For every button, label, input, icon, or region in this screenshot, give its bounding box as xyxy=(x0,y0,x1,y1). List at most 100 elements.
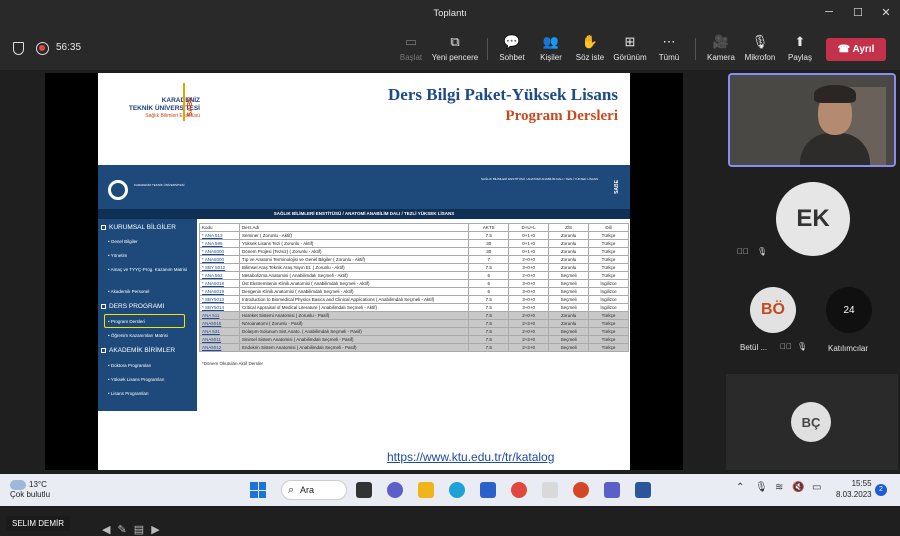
close-button[interactable]: ✕ xyxy=(878,6,894,19)
course-code[interactable]: ANA 511 xyxy=(199,311,240,320)
table-cell: İngilizce xyxy=(588,303,629,312)
course-code[interactable]: ANA5015 xyxy=(199,319,240,328)
sidebar-item[interactable]: • Akademik Personel xyxy=(108,289,149,295)
sidebar-item-label: Doktora Programları xyxy=(110,363,152,368)
chat-button[interactable]: 💬 Sohbet xyxy=(496,34,528,62)
sidebar-heading-akademik: AKADEMİK BİRİMLER xyxy=(101,347,175,354)
toolbar-divider xyxy=(487,38,488,60)
more-button[interactable]: ⋯ Tümü xyxy=(655,34,683,62)
people-button[interactable]: 👥 Kişiler xyxy=(536,34,566,62)
participant-video[interactable] xyxy=(728,73,896,167)
leave-button[interactable]: ☎ Ayrıl xyxy=(826,38,886,61)
volume-muted-icon[interactable]: 🔇 xyxy=(792,482,804,493)
chat-app-icon[interactable] xyxy=(387,482,403,498)
sidebar-item-label: Yüksek Lisans Programları xyxy=(110,377,165,382)
table-row: * ANA 562 Metabolizma Anatomisi ( Anabili… xyxy=(199,271,629,280)
table-cell: Zorunlu xyxy=(548,311,590,320)
course-code[interactable]: * SBY 5012 xyxy=(199,263,240,272)
view-button[interactable]: ⊞ Görünüm xyxy=(612,34,648,62)
table-cell: 3+0+0 xyxy=(508,287,550,296)
table-cell: Zorunlu xyxy=(548,247,590,256)
course-code[interactable]: ANA 531 xyxy=(199,327,240,336)
minimize-button[interactable]: ─ xyxy=(821,6,837,18)
snipping-tool-icon[interactable] xyxy=(542,482,558,498)
table-cell: 2+2+0 xyxy=(508,335,550,344)
battery-icon[interactable]: ▭ xyxy=(812,482,821,493)
word-icon[interactable] xyxy=(635,482,651,498)
table-cell: Zorunlu xyxy=(548,319,590,328)
slide-nav-controls[interactable]: ◀ ✎ ▤ ▶ xyxy=(102,523,162,536)
sidebar-item[interactable]: • Genel Bilgiler xyxy=(108,239,138,245)
course-code[interactable]: * ANA5000 xyxy=(199,247,240,256)
sidebar-heading-ders: DERS PROGRAMI xyxy=(101,303,164,310)
sidebar-item[interactable]: • Yönetim xyxy=(108,253,127,259)
course-code[interactable]: ANA5011 xyxy=(199,335,240,344)
notification-badge[interactable]: 2 xyxy=(875,484,887,496)
table-cell: Nöroanatomi ( Zorunlu - Pasif) xyxy=(238,319,470,328)
table-cell: Endokrin Sistem Anatomisi ( Anabilimdalı… xyxy=(238,343,470,352)
course-code[interactable]: * ANA5019 xyxy=(199,287,240,296)
start-button: ▭ Başlat xyxy=(397,34,425,62)
edge-icon[interactable] xyxy=(449,482,465,498)
sidebar-item[interactable]: • Öğrenim Kazanımları Matrisi xyxy=(108,333,168,339)
mic-muted-icon[interactable]: 🎙 xyxy=(755,482,768,493)
shield-icon xyxy=(13,42,24,55)
table-cell: 6 xyxy=(468,271,510,280)
camera-off-icon: ▭⃠ xyxy=(737,247,749,256)
more-icon: ⋯ xyxy=(662,34,676,49)
task-view-icon[interactable] xyxy=(356,482,372,498)
weather-widget[interactable]: 13°C Çok bulutlu xyxy=(10,480,50,500)
avatar-ek[interactable]: EK xyxy=(776,182,850,256)
teams-icon[interactable] xyxy=(604,482,620,498)
course-code[interactable]: * ANA 513 xyxy=(199,231,240,240)
share-button[interactable]: ⬆ Paylaş xyxy=(786,34,814,62)
course-code[interactable]: * ANA 595 xyxy=(199,239,240,248)
sidebar-item[interactable]: • Amaç ve TYYÇ-Prog. Kazanım Matrisi xyxy=(108,267,188,273)
powerpoint-icon[interactable] xyxy=(573,482,589,498)
participant-count[interactable]: 24 xyxy=(826,287,872,333)
course-code[interactable]: * ANA5000 xyxy=(199,255,240,264)
catalog-link[interactable]: https://www.ktu.edu.tr/tr/katalog xyxy=(387,450,554,464)
raise-hand-button[interactable]: ✋ Söz iste xyxy=(574,34,606,62)
course-code[interactable]: * ANA 562 xyxy=(199,271,240,280)
table-cell: Hareket Sistemi Anatomisi ( Zorunlu - Pa… xyxy=(238,311,470,320)
table-cell: Türkçe xyxy=(588,319,629,328)
sidebar-item-program-dersleri[interactable]: • Program Dersleri xyxy=(108,319,145,325)
list-icon xyxy=(101,304,106,309)
search-box[interactable]: Ara xyxy=(281,480,347,500)
maximize-button[interactable]: ☐ xyxy=(850,6,866,19)
more-label: Tümü xyxy=(658,53,680,62)
course-code[interactable]: * SBY5013 xyxy=(199,295,240,304)
table-cell: 7.5 xyxy=(468,335,510,344)
course-code[interactable]: * ANA5018 xyxy=(199,279,240,288)
ktu-logo: KARADENİZ TEKNİK ÜNİVERSİTESİ Sağlık Bil… xyxy=(100,97,200,119)
new-window-button[interactable]: ⧉ Yeni pencere xyxy=(430,34,480,62)
table-cell: 7 xyxy=(468,255,510,264)
book-icon xyxy=(101,225,106,230)
table-cell: 3+0+0 xyxy=(508,263,550,272)
sidebar-item-label: Akademik Personel xyxy=(110,289,150,294)
table-row: * ANA5000 Tıp ve Anatomi Terminolojisi ve… xyxy=(199,255,629,264)
table-row: * SBY5013 Introduction to Biomedical Phys… xyxy=(199,295,629,304)
sidebar-item[interactable]: • Doktora Programları xyxy=(108,363,151,369)
file-explorer-icon[interactable] xyxy=(418,482,434,498)
system-clock[interactable]: 15:55 8.03.2023 xyxy=(836,478,872,500)
sidebar-item[interactable]: • Lisans Programları xyxy=(108,391,149,397)
leave-label: Ayrıl xyxy=(852,44,875,55)
avatar-bc[interactable]: BÇ xyxy=(791,402,831,442)
chrome-icon[interactable] xyxy=(511,482,527,498)
chevron-up-icon[interactable]: ⌃ xyxy=(736,482,744,493)
start-icon[interactable] xyxy=(250,482,266,498)
course-code[interactable]: ANA5012 xyxy=(199,343,240,352)
wifi-icon[interactable]: ≋ xyxy=(775,482,783,493)
table-cell: 3+0+0 xyxy=(508,295,550,304)
microphone-button[interactable]: 🎙 Mikrofon xyxy=(742,34,778,62)
sidebar-item[interactable]: • Yüksek Lisans Programları xyxy=(108,377,165,383)
logo-sabe: SABE xyxy=(187,97,194,117)
avatar-bo[interactable]: BÖ xyxy=(750,287,796,333)
table-cell: Zorunlu xyxy=(548,239,590,248)
store-icon[interactable] xyxy=(480,482,496,498)
course-code[interactable]: * SBY5014 xyxy=(199,303,240,312)
table-row: ANA5015 Nöroanatomi ( Zorunlu - Pasif) 7.5… xyxy=(199,319,629,328)
camera-button[interactable]: 🎥 Kamera xyxy=(705,34,737,62)
